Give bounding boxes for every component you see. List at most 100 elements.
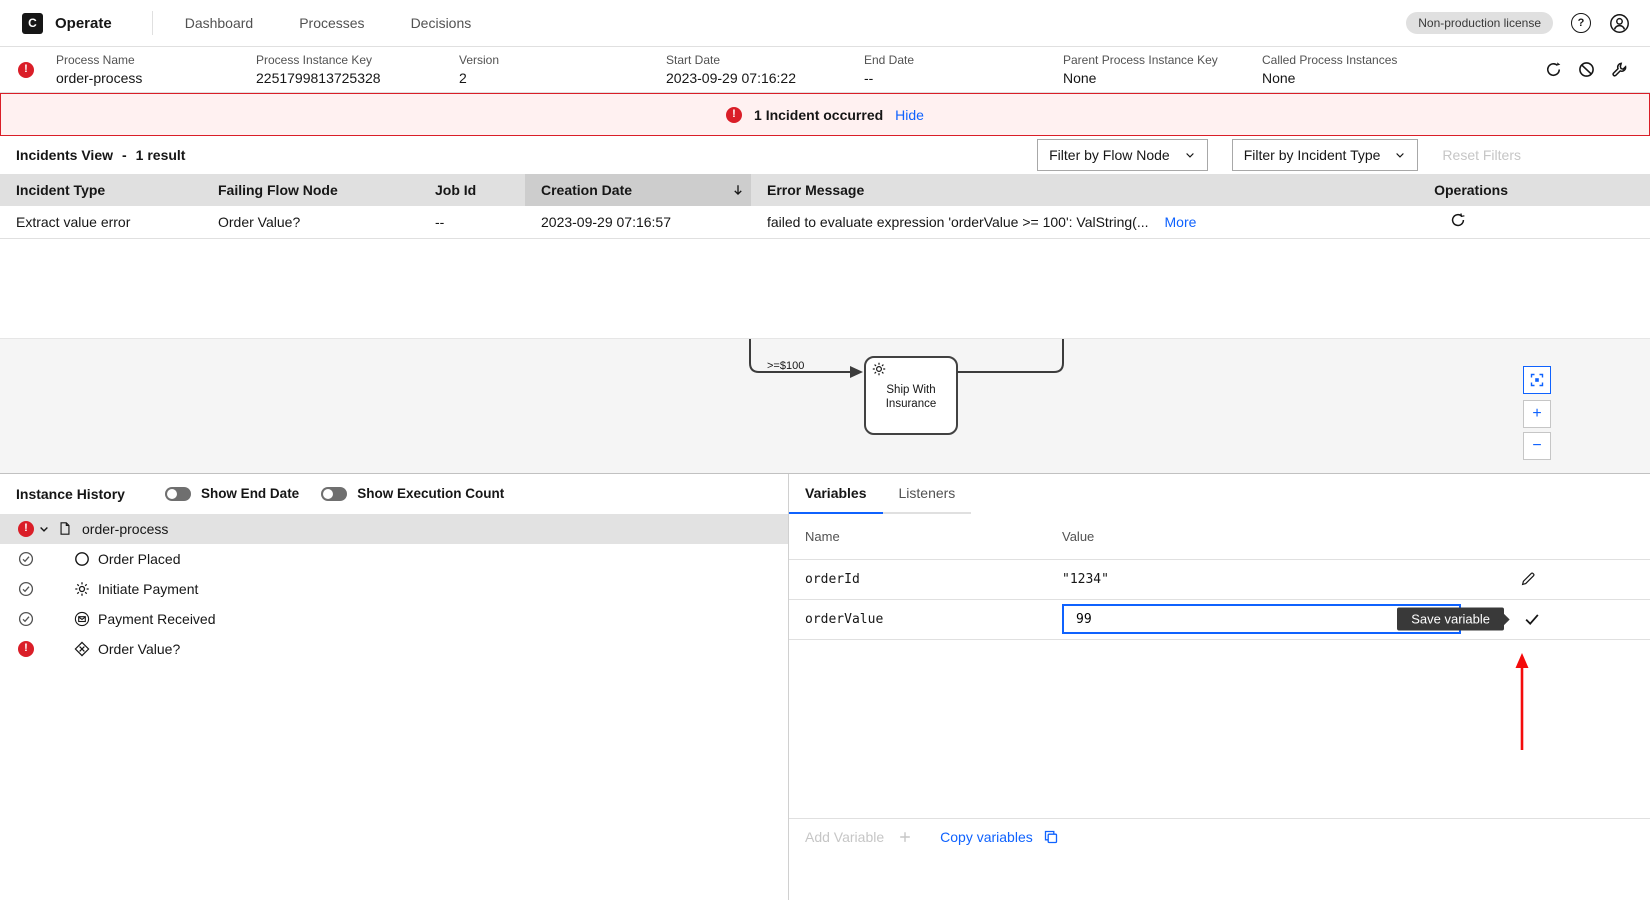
- retry-instance-icon[interactable]: [1545, 61, 1562, 78]
- show-end-date-toggle-group[interactable]: Show End Date: [165, 486, 299, 501]
- sequence-flow-arrowhead: [850, 366, 863, 378]
- instance-operations: [1545, 61, 1650, 78]
- alert-glyph: !: [24, 643, 28, 654]
- tree-node-payment-received[interactable]: Payment Received: [0, 604, 788, 634]
- start-event-icon: [74, 551, 90, 567]
- field-label: End Date: [864, 53, 1063, 67]
- hide-incidents-link[interactable]: Hide: [895, 107, 924, 123]
- edit-variable-icon[interactable]: [1514, 565, 1542, 593]
- incidents-title-text: Incidents View: [16, 147, 113, 163]
- incident-state-icon: !: [18, 641, 34, 657]
- field-value: order-process: [56, 70, 256, 86]
- variables-tabs: Variables Listeners: [789, 474, 1650, 514]
- variable-value: "1234": [1062, 572, 1109, 587]
- add-variable-label: Add Variable: [805, 829, 884, 845]
- cancel-instance-icon[interactable]: [1578, 61, 1595, 78]
- variables-panel: Variables Listeners Name Value orderId "…: [789, 474, 1650, 900]
- zoom-out-button[interactable]: −: [1523, 432, 1551, 460]
- instance-history-panel: Instance History Show End Date Show Exec…: [0, 474, 789, 900]
- dropdown-label: Filter by Flow Node: [1049, 147, 1170, 163]
- filter-flow-node-dropdown[interactable]: Filter by Flow Node: [1037, 139, 1208, 171]
- filter-incident-type-dropdown[interactable]: Filter by Incident Type: [1232, 139, 1419, 171]
- chevron-down-icon: [1394, 149, 1406, 161]
- nav-processes[interactable]: Processes: [291, 15, 372, 31]
- cell-error-message: failed to evaluate expression 'orderValu…: [751, 206, 1413, 238]
- col-variable-value: Value: [1062, 529, 1094, 544]
- chevron-down-icon[interactable]: [38, 523, 50, 535]
- variables-table-header: Name Value: [789, 514, 1650, 560]
- tree-node-order-process[interactable]: ! order-process: [0, 514, 788, 544]
- alert-glyph: !: [24, 64, 28, 75]
- zoom-in-button[interactable]: +: [1523, 400, 1551, 428]
- tab-variables[interactable]: Variables: [789, 474, 883, 514]
- field-start-date: Start Date 2023-09-29 07:16:22: [666, 53, 864, 86]
- version-link[interactable]: 2: [459, 70, 666, 86]
- diagram-reset-icon[interactable]: [1523, 366, 1551, 394]
- topbar-divider: [152, 11, 153, 35]
- field-label: Called Process Instances: [1262, 53, 1397, 67]
- incidents-toolbar: Incidents View - 1 result Filter by Flow…: [0, 136, 1650, 174]
- completed-state-icon: [18, 551, 34, 567]
- service-task-gear-icon: [74, 581, 90, 597]
- variable-name: orderId: [789, 572, 1062, 587]
- cell-creation-date: 2023-09-29 07:16:57: [525, 206, 751, 238]
- completed-state-icon: [18, 611, 34, 627]
- field-version: Version 2: [459, 53, 666, 86]
- plus-glyph: +: [1532, 406, 1541, 422]
- alert-glyph: !: [732, 109, 736, 120]
- col-failing-flow-node[interactable]: Failing Flow Node: [202, 174, 419, 206]
- incident-banner: ! 1 Incident occurred Hide: [0, 93, 1650, 136]
- incident-banner-icon: !: [726, 107, 742, 123]
- error-more-link[interactable]: More: [1165, 214, 1197, 230]
- copy-variables-button[interactable]: Copy variables: [940, 829, 1059, 845]
- field-value: None: [1063, 70, 1262, 86]
- copy-variables-label: Copy variables: [940, 829, 1033, 845]
- tree-node-label: Payment Received: [98, 611, 216, 627]
- process-instance-header: ! Process Name order-process Process Ins…: [0, 47, 1650, 93]
- incident-row[interactable]: Extract value error Order Value? -- 2023…: [0, 206, 1650, 238]
- top-navigation-bar: C Operate Dashboard Processes Decisions …: [0, 0, 1650, 47]
- plus-icon: [898, 830, 912, 844]
- license-badge: Non-production license: [1406, 12, 1553, 34]
- col-creation-date[interactable]: Creation Date: [525, 174, 751, 206]
- cell-job-id: --: [419, 206, 525, 238]
- tab-listeners[interactable]: Listeners: [883, 474, 972, 514]
- camunda-logo[interactable]: C: [22, 13, 43, 34]
- instance-history-header: Instance History Show End Date Show Exec…: [0, 474, 788, 514]
- user-icon[interactable]: [1609, 13, 1630, 34]
- modify-instance-icon[interactable]: [1611, 61, 1628, 78]
- help-icon[interactable]: ?: [1571, 13, 1591, 33]
- nav-decisions[interactable]: Decisions: [403, 15, 480, 31]
- bpmn-canvas[interactable]: >=$100 Ship With Insurance: [0, 339, 1650, 474]
- diagram-zoom-controls: + −: [1523, 366, 1551, 460]
- add-variable-button: Add Variable: [805, 829, 912, 845]
- retry-incident-icon[interactable]: [1450, 212, 1466, 228]
- show-execution-count-toggle[interactable]: [321, 487, 347, 501]
- chevron-down-icon: [1184, 149, 1196, 161]
- sequence-flow-label: >=$100: [767, 360, 804, 372]
- process-document-icon: [58, 521, 72, 536]
- show-execution-count-toggle-group[interactable]: Show Execution Count: [321, 486, 504, 501]
- instance-history-title: Instance History: [16, 486, 125, 502]
- app-name: Operate: [55, 15, 112, 32]
- col-job-id[interactable]: Job Id: [419, 174, 525, 206]
- sort-descending-icon: [731, 183, 745, 197]
- col-error-message[interactable]: Error Message: [751, 174, 1413, 206]
- field-process-instance-key: Process Instance Key 2251799813725328: [256, 53, 459, 86]
- field-value: --: [864, 70, 1063, 86]
- col-incident-type[interactable]: Incident Type: [0, 174, 202, 206]
- show-end-date-toggle[interactable]: [165, 487, 191, 501]
- tree-node-initiate-payment[interactable]: Initiate Payment: [0, 574, 788, 604]
- tree-node-order-value-gateway[interactable]: ! Order Value?: [0, 634, 788, 664]
- nav-dashboard[interactable]: Dashboard: [177, 15, 262, 31]
- cell-failing-flow-node: Order Value?: [202, 206, 419, 238]
- field-parent-process-instance-key: Parent Process Instance Key None: [1063, 53, 1262, 86]
- variables-footer: Add Variable Copy variables: [789, 818, 1650, 856]
- tree-node-order-placed[interactable]: Order Placed: [0, 544, 788, 574]
- tree-node-label: order-process: [82, 521, 168, 537]
- cell-operations: [1413, 206, 1650, 238]
- minus-glyph: −: [1532, 438, 1541, 454]
- tree-node-label: Order Value?: [98, 641, 180, 657]
- save-variable-button[interactable]: [1518, 605, 1546, 633]
- incident-state-icon: !: [18, 521, 34, 537]
